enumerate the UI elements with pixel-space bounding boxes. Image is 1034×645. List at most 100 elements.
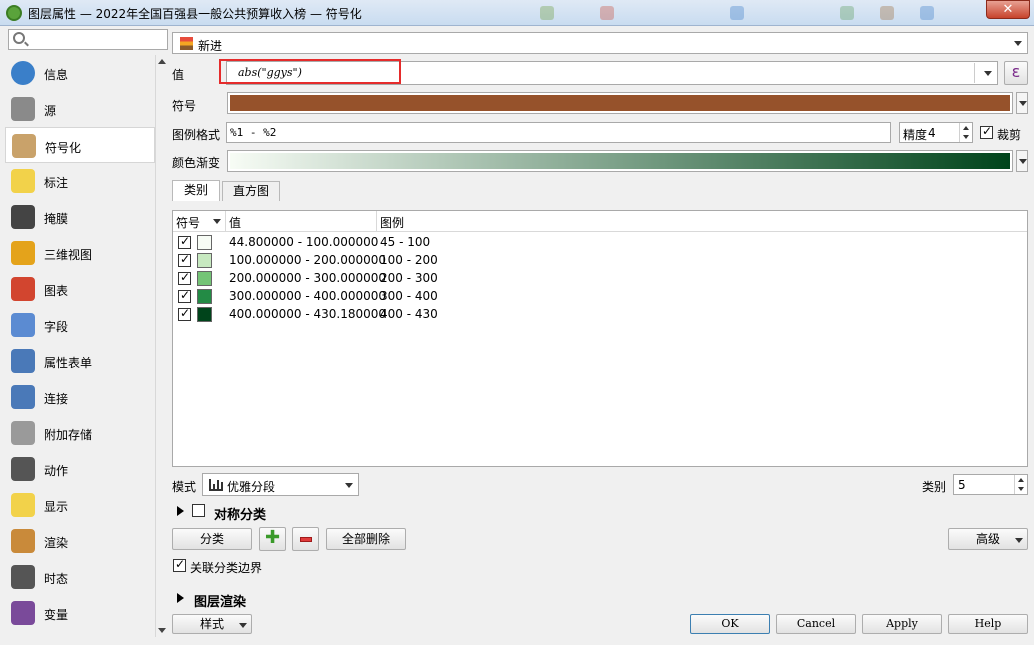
renderer-type-select[interactable]: 新进 [172, 32, 1028, 54]
symbol-label: 符号 [172, 99, 197, 113]
column-header-value[interactable]: 值 [229, 214, 241, 231]
window-title: 图层属性 — 2022年全国百强县一般公共预算收入榜 — 符号化 [28, 7, 362, 21]
color-ramp-dropdown-button[interactable] [1016, 150, 1028, 172]
sidebar-item-rendering[interactable]: 渲染 [5, 523, 155, 559]
fields-icon [11, 313, 35, 337]
histogram-mode-icon [209, 479, 223, 491]
sidebar-item-symbology[interactable]: 符号化 [5, 127, 155, 163]
table-row[interactable]: 100.000000 - 200.000000100 - 200 [173, 251, 1027, 269]
chevron-down-icon [1019, 159, 1027, 164]
class-color-swatch[interactable] [197, 235, 212, 250]
sidebar-item-info[interactable]: 信息 [5, 55, 155, 91]
advanced-button[interactable]: 高级 [948, 528, 1028, 550]
sidebar-item-fields[interactable]: 字段 [5, 307, 155, 343]
style-label: 样式 [199, 617, 224, 631]
table-row[interactable]: 44.800000 - 100.00000045 - 100 [173, 233, 1027, 251]
color-ramp-button[interactable] [227, 150, 1013, 172]
display-icon [11, 493, 35, 517]
cancel-button[interactable]: Cancel [776, 614, 856, 634]
qgis-logo-icon [6, 5, 22, 21]
class-visibility-checkbox[interactable] [178, 234, 191, 249]
tab-classes[interactable]: 类别 [172, 180, 220, 201]
class-color-swatch[interactable] [197, 307, 212, 322]
table-row[interactable]: 200.000000 - 300.000000200 - 300 [173, 269, 1027, 287]
trim-label: 裁剪 [997, 128, 1022, 142]
link-boundaries-checkbox[interactable] [173, 557, 186, 572]
symbol-dropdown-button[interactable] [1016, 92, 1028, 114]
chevron-down-icon [239, 623, 247, 628]
highlight-box [219, 59, 401, 84]
minus-icon [300, 537, 312, 542]
sidebar-item-variables[interactable]: 变量 [5, 595, 155, 631]
sidebar-item-temporal[interactable]: 时态 [5, 559, 155, 595]
classes-table[interactable]: 符号 值 图例 44.800000 - 100.00000045 - 10010… [172, 210, 1028, 467]
link-boundaries-label: 关联分类边界 [190, 561, 263, 575]
trim-checkbox[interactable] [980, 124, 993, 139]
scroll-up-arrow-icon[interactable] [158, 59, 166, 64]
class-value-range: 300.000000 - 400.000000 [229, 289, 387, 303]
sidebar-item-3d-view[interactable]: 三维视图 [5, 235, 155, 271]
column-header-legend[interactable]: 图例 [380, 214, 404, 231]
close-button[interactable]: ✕ [986, 0, 1030, 19]
sidebar-item-label: 掩膜 [44, 212, 69, 226]
symbol-button[interactable] [227, 92, 1013, 114]
sidebar-item-source[interactable]: 源 [5, 91, 155, 127]
chevron-down-icon [1015, 538, 1023, 543]
sidebar-item-diagram[interactable]: 图表 [5, 271, 155, 307]
sidebar-item-joins[interactable]: 连接 [5, 379, 155, 415]
symmetric-checkbox[interactable] [192, 504, 205, 517]
class-color-swatch[interactable] [197, 289, 212, 304]
column-header-symbol[interactable]: 符号 [176, 214, 200, 231]
color-ramp-label: 颜色渐变 [172, 156, 221, 170]
delete-class-button[interactable] [292, 527, 319, 551]
scroll-down-arrow-icon[interactable] [158, 628, 166, 633]
precision-value: 4 [928, 126, 936, 140]
sidebar-scrollbar[interactable] [155, 55, 168, 637]
sidebar-item-label: 字段 [44, 320, 69, 334]
classes-count-spinbox[interactable]: 5 [953, 474, 1028, 495]
sidebar-item-labels[interactable]: 标注 [5, 163, 155, 199]
spin-arrows[interactable] [959, 123, 972, 142]
tab-histogram[interactable]: 直方图 [222, 181, 280, 201]
class-value-range: 44.800000 - 100.000000 [229, 235, 379, 249]
sidebar-item-display[interactable]: 显示 [5, 487, 155, 523]
apply-button[interactable]: Apply [862, 614, 942, 634]
expand-arrow-icon[interactable] [177, 506, 184, 516]
spin-arrows[interactable] [1014, 475, 1027, 494]
style-button[interactable]: 样式 [172, 614, 252, 634]
precision-spinbox[interactable]: 精度 4 [899, 122, 973, 143]
table-row[interactable]: 400.000000 - 430.180000400 - 430 [173, 305, 1027, 323]
add-class-button[interactable]: ✚ [259, 527, 286, 551]
classify-button[interactable]: 分类 [172, 528, 252, 550]
class-visibility-checkbox[interactable] [178, 252, 191, 267]
mode-select[interactable]: 优雅分段 [202, 473, 359, 496]
class-color-swatch[interactable] [197, 253, 212, 268]
sidebar-item-label: 变量 [44, 608, 69, 622]
sidebar-item-label: 源 [44, 104, 57, 118]
table-row[interactable]: 300.000000 - 400.000000300 - 400 [173, 287, 1027, 305]
sidebar-item-label: 符号化 [45, 141, 82, 155]
sort-arrow-icon [213, 219, 221, 224]
background-toolbar-icon [840, 6, 854, 20]
sidebar-item-mask[interactable]: 掩膜 [5, 199, 155, 235]
class-visibility-checkbox[interactable] [178, 306, 191, 321]
sidebar-item-attribute-form[interactable]: 属性表单 [5, 343, 155, 379]
sidebar-item-actions[interactable]: 动作 [5, 451, 155, 487]
expression-button[interactable]: ε [1004, 61, 1028, 85]
class-legend-text: 300 - 400 [380, 289, 438, 303]
class-value-range: 200.000000 - 300.000000 [229, 271, 387, 285]
help-button[interactable]: Help [948, 614, 1028, 634]
class-color-swatch[interactable] [197, 271, 212, 286]
legend-format-input[interactable]: %1 - %2 [226, 122, 891, 143]
class-visibility-checkbox[interactable] [178, 288, 191, 303]
search-input[interactable] [8, 29, 168, 50]
diagram-icon [11, 277, 35, 301]
class-visibility-checkbox[interactable] [178, 270, 191, 285]
sidebar-item-label: 附加存储 [44, 428, 93, 442]
expand-arrow-icon[interactable] [177, 593, 184, 603]
chevron-down-icon [345, 482, 353, 488]
delete-all-button[interactable]: 全部删除 [326, 528, 406, 550]
sidebar-item-auxiliary-storage[interactable]: 附加存储 [5, 415, 155, 451]
ok-button[interactable]: OK [690, 614, 770, 634]
chevron-down-icon [1014, 41, 1022, 46]
